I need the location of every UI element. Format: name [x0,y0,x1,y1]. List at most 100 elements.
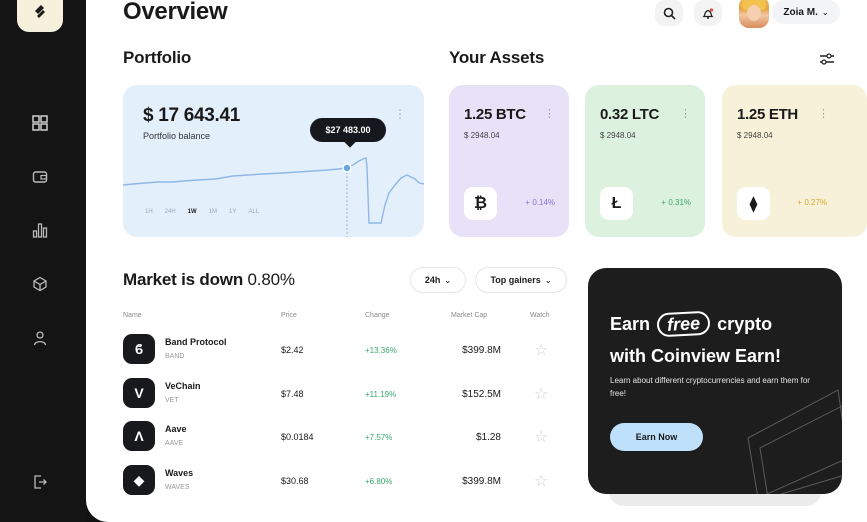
search-button[interactable] [655,0,683,26]
main-panel: Overview Zoia M. ⌄ Portfolio $ 17 643.41… [86,0,867,522]
portfolio-balance-label: Portfolio balance [143,131,211,141]
coin-name[interactable]: Waves [165,468,193,478]
promo-free-badge: free [656,310,711,338]
asset-amount: 1.25 BTC [464,106,526,123]
page-title: Overview [123,0,228,25]
chart-tooltip: $27 483.00 [310,118,386,142]
asset-change: + 0.31% [661,198,691,207]
promo-card: Earn free crypto with Coinview Earn! Lea… [588,268,842,494]
dashboard-icon[interactable] [28,111,52,135]
portfolio-line-chart[interactable] [123,145,424,237]
coin-symbol: WAVES [165,484,190,491]
chevron-down-icon: ⌄ [544,275,552,285]
col-price: Price [281,312,297,319]
promo-title: Earn free crypto with Coinview Earn! [610,308,781,372]
coin-change: +6.80% [365,477,393,486]
coin-symbol: BAND [165,353,185,360]
period-value: 24h [424,275,441,285]
logo-icon [35,5,45,18]
coin-market-cap: $399.8M [462,476,501,487]
asset-usd: $ 2948.04 [600,131,636,140]
coin-name[interactable]: VeChain [165,381,201,391]
portfolio-card: $ 17 643.41 Portfolio balance ⋮ $27 483.… [123,85,424,237]
sort-value: Top gainers [490,275,541,285]
asset-card-btc[interactable]: 1.25 BTC $ 2948.04 ⋮ ₿ + 0.14% [449,85,569,237]
market-title-value: 0.80% [247,270,295,289]
asset-usd: $ 2948.04 [464,131,500,140]
col-watch: Watch [530,312,550,319]
asset-amount: 1.25 ETH [737,106,798,123]
coin-name[interactable]: Aave [165,424,187,434]
more-icon[interactable]: ⋮ [680,107,691,120]
promo-earn: Earn [610,314,651,334]
col-market-cap: Market Cap [451,312,488,319]
star-icon[interactable]: ☆ [534,340,548,360]
bell-icon [702,7,714,19]
avatar[interactable] [739,0,769,28]
sort-dropdown[interactable]: Top gainers ⌄ [475,267,567,293]
user-menu[interactable]: Zoia M. ⌄ [772,0,840,24]
more-icon[interactable]: ⋮ [818,107,829,120]
coin-change: +7.57% [365,433,393,442]
asset-usd: $ 2948.04 [737,131,773,140]
coin-market-cap: $152.5M [462,389,501,400]
asset-amount: 0.32 LTC [600,106,660,123]
period-dropdown[interactable]: 24h ⌄ [410,267,466,293]
chart-marker [342,163,352,173]
star-icon[interactable]: ☆ [534,471,548,491]
ethereum-icon: ⧫ [737,187,770,220]
sidebar [0,0,86,522]
band-protocol-icon: ϐ [123,334,155,364]
range-1y[interactable]: 1Y [229,209,236,215]
promo-crypto: crypto [717,314,773,334]
app-logo[interactable] [17,0,63,32]
user-name: Zoia M. [783,6,818,18]
more-icon[interactable]: ⋮ [394,107,406,121]
portfolio-title: Portfolio [123,48,192,67]
range-selector: 1H 24H 1W 1M 1Y ALL [145,209,259,215]
range-all[interactable]: ALL [248,209,259,215]
coin-price: $0.0184 [281,432,314,442]
range-1w[interactable]: 1W [188,209,197,215]
asset-card-eth[interactable]: 1.25 ETH $ 2948.04 ⋮ ⧫ + 0.27% [722,85,867,237]
chevron-down-icon: ⌄ [821,7,829,17]
aave-icon: Λ [123,421,155,451]
search-icon [663,7,676,20]
range-24h[interactable]: 24H [165,209,176,215]
filter-icon[interactable] [819,52,835,66]
earn-now-button[interactable]: Earn Now [610,423,703,451]
logout-icon[interactable] [28,470,52,494]
asset-card-ltc[interactable]: 0.32 LTC $ 2948.04 ⋮ Ł + 0.31% [585,85,705,237]
range-1h[interactable]: 1H [145,209,153,215]
coin-name[interactable]: Band Protocol [165,337,227,347]
asset-change: + 0.14% [525,198,555,207]
user-icon[interactable] [28,326,52,350]
coin-market-cap: $1.28 [475,432,501,443]
col-name: Name [123,312,142,319]
portfolio-balance: $ 17 643.41 [143,105,241,126]
promo-description: Learn about different cryptocurrencies a… [610,376,810,398]
chevron-down-icon: ⌄ [444,275,452,285]
promo-title-line2: with Coinview Earn! [610,346,782,366]
vechain-icon: V [123,378,155,408]
wallet-icon[interactable] [28,165,52,189]
coin-change: +13.36% [365,346,397,355]
range-1m[interactable]: 1M [209,209,217,215]
analytics-icon[interactable] [28,218,52,242]
more-icon[interactable]: ⋮ [544,107,555,120]
coin-market-cap: $399.8M [462,345,501,356]
assets-title: Your Assets [449,48,545,67]
coin-symbol: AAVE [165,440,184,447]
waves-icon: ◆ [123,465,155,495]
star-icon[interactable]: ☆ [534,384,548,404]
coin-price: $7.48 [281,389,304,399]
cube-icon[interactable] [28,272,52,296]
market-title: Market is down 0.80% [123,270,295,290]
coin-price: $30.68 [281,476,309,486]
notifications-button[interactable] [694,0,722,26]
star-icon[interactable]: ☆ [534,427,548,447]
litecoin-icon: Ł [600,187,633,220]
coin-price: $2.42 [281,345,304,355]
market-title-label: Market is down [123,270,244,289]
col-change: Change [365,312,390,319]
